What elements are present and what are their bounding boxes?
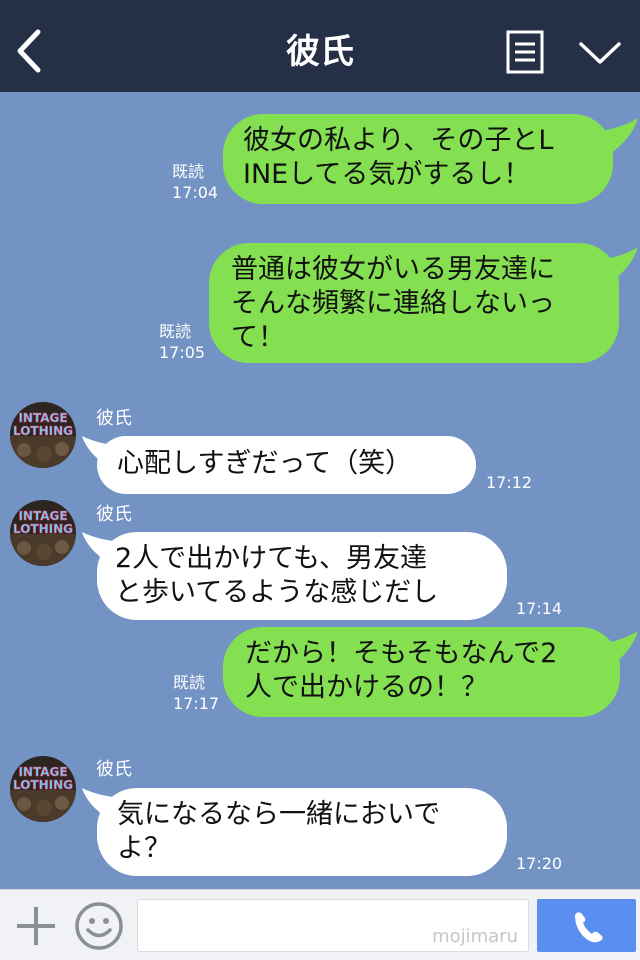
message-meta: 既読 17:04 — [172, 161, 218, 203]
message-line: だから！そもそもなんで2 — [245, 638, 558, 669]
read-receipt: 既読 — [173, 673, 206, 692]
svg-text:LOTHING: LOTHING — [13, 424, 73, 438]
svg-text:INTAGE: INTAGE — [18, 411, 67, 425]
message-time: 17:05 — [159, 343, 206, 362]
sender-name: 彼氏 — [96, 504, 132, 525]
message-line: INEしてる気がするし！ — [243, 159, 531, 190]
read-receipt: 既読 — [172, 162, 205, 181]
chevron-down-icon — [579, 42, 621, 64]
message-line: て！ — [231, 322, 285, 353]
message-bubble[interactable]: 気になるなら一緒においで よ？ — [97, 788, 507, 876]
expand-button[interactable] — [578, 36, 622, 70]
message-bubble[interactable]: だから！そもそもなんで2 人で出かけるの！？ — [223, 627, 620, 717]
message-line: と歩いてるような感じだし — [115, 577, 439, 608]
message-row: 既読 17:17 だから！そもそもなんで2 人で出かけるの！？ — [0, 627, 640, 717]
emoji-button[interactable] — [74, 901, 124, 951]
sender-name: 彼氏 — [96, 759, 132, 780]
message-row: INTAGE LOTHING 彼氏 2人で出かけても、男友達 と歩いてるような感… — [0, 500, 640, 620]
message-time: 17:12 — [486, 473, 533, 492]
avatar[interactable]: INTAGE LOTHING — [10, 500, 76, 566]
message-time: 17:20 — [516, 854, 563, 873]
add-attachment-button[interactable] — [14, 904, 58, 948]
notes-icon — [506, 30, 544, 74]
input-bar: mojimaru — [0, 889, 640, 960]
plus-icon — [17, 907, 55, 945]
message-line: 彼女の私より、その子とL — [243, 125, 554, 156]
menu-button[interactable] — [506, 30, 544, 74]
message-time: 17:14 — [516, 599, 563, 618]
message-row: INTAGE LOTHING 彼氏 気になるなら一緒においで よ？ 17:20 — [0, 755, 640, 876]
message-meta: 既読 17:05 — [159, 321, 205, 363]
svg-text:INTAGE: INTAGE — [18, 765, 67, 779]
watermark: mojimaru — [432, 926, 518, 947]
avatar[interactable]: INTAGE LOTHING — [10, 756, 76, 822]
message-row: INTAGE LOTHING 彼氏 心配しすぎだって（笑） 17:12 — [0, 402, 640, 494]
message-bubble[interactable]: 彼女の私より、その子とL INEしてる気がするし！ — [223, 114, 613, 204]
message-time: 17:04 — [172, 183, 219, 202]
message-line: 人で出かけるの！？ — [245, 672, 488, 703]
read-receipt: 既読 — [159, 322, 192, 341]
svg-text:LOTHING: LOTHING — [13, 522, 73, 536]
message-line: よ？ — [117, 833, 171, 864]
vintage-clothing-avatar-image: INTAGE LOTHING — [10, 402, 76, 468]
message-row: 既読 17:05 普通は彼女がいる男友達に そんな頻繁に連絡しないっ て！ — [0, 243, 640, 363]
message-line: 普通は彼女がいる男友達に — [231, 254, 555, 285]
message-bubble[interactable]: 心配しすぎだって（笑） — [97, 436, 476, 494]
vintage-clothing-avatar-image: INTAGE LOTHING — [10, 756, 76, 822]
chat-header: 彼氏 — [0, 0, 640, 92]
message-line: 気になるなら一緒においで — [117, 799, 441, 830]
message-bubble[interactable]: 2人で出かけても、男友達 と歩いてるような感じだし — [97, 532, 507, 620]
svg-text:LOTHING: LOTHING — [13, 778, 73, 792]
chat-title: 彼氏 — [286, 32, 354, 72]
message-bubble[interactable]: 普通は彼女がいる男友達に そんな頻繁に連絡しないっ て！ — [209, 243, 619, 363]
message-row: 既読 17:04 彼女の私より、その子とL INEしてる気がするし！ — [0, 114, 640, 204]
message-list[interactable]: 既読 17:04 彼女の私より、その子とL INEしてる気がするし！ 既読 17… — [0, 92, 640, 889]
svg-text:INTAGE: INTAGE — [18, 509, 67, 523]
call-button[interactable] — [537, 899, 636, 952]
smiley-icon — [75, 902, 123, 950]
phone-icon — [575, 912, 603, 943]
message-line: そんな頻繁に連絡しないっ — [231, 288, 555, 319]
vintage-clothing-avatar-image: INTAGE LOTHING — [10, 500, 76, 566]
message-time: 17:17 — [173, 694, 220, 713]
avatar[interactable]: INTAGE LOTHING — [10, 402, 76, 468]
message-meta: 既読 17:17 — [173, 672, 219, 714]
message-line: 2人で出かけても、男友達 — [115, 543, 428, 574]
sender-name: 彼氏 — [96, 408, 132, 429]
message-input[interactable]: mojimaru — [137, 899, 529, 952]
message-line: 心配しすぎだって（笑） — [117, 448, 413, 479]
